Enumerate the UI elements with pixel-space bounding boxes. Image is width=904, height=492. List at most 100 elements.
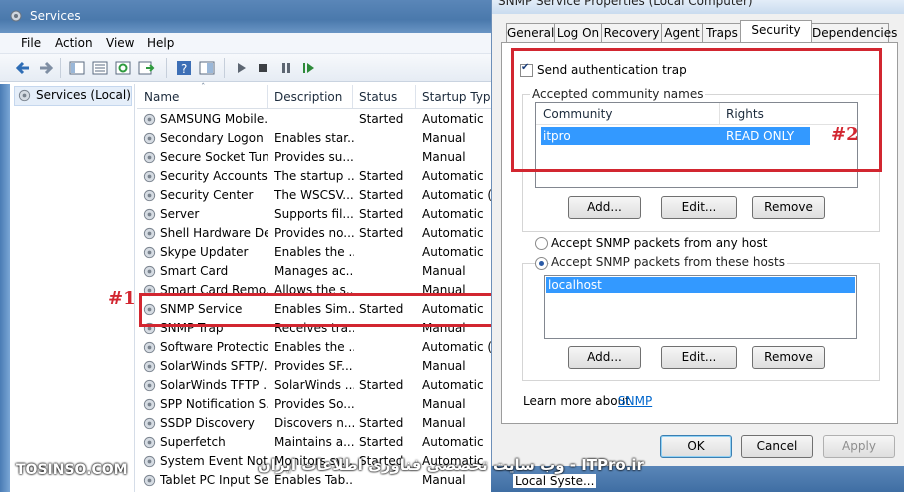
gear-icon xyxy=(143,151,156,164)
service-description: Supports fil... xyxy=(274,207,354,221)
service-description: Enables the ... xyxy=(274,340,354,354)
log-on-as-cell: Local Syste... xyxy=(513,474,597,488)
accept-these-hosts-radio[interactable] xyxy=(535,257,548,270)
tab-traps[interactable]: Traps xyxy=(702,23,742,43)
accept-these-hosts-label: Accept SNMP packets from these hosts xyxy=(549,255,787,269)
service-startup-type: Automatic (D xyxy=(422,340,502,354)
back-arrow-icon[interactable] xyxy=(14,59,32,77)
service-status: Started xyxy=(359,169,404,183)
tab-log-on[interactable]: Log On xyxy=(554,23,602,43)
restart-icon[interactable] xyxy=(299,59,317,77)
accept-any-host-label: Accept SNMP packets from any host xyxy=(551,236,768,250)
remove-community-button[interactable]: Remove xyxy=(752,196,825,219)
menu-view[interactable]: View xyxy=(106,36,134,50)
service-name: SolarWinds SFTP/... xyxy=(160,359,268,373)
gear-icon xyxy=(143,113,156,126)
service-description: Maintains a... xyxy=(274,435,354,449)
forward-arrow-icon[interactable] xyxy=(37,59,55,77)
service-name: Security Center xyxy=(160,188,254,202)
table-row[interactable]: Skype Updater Enables the ... Automatic xyxy=(137,243,500,262)
table-row[interactable]: Superfetch Maintains a... Started Automatic xyxy=(137,433,500,452)
service-name: Secondary Logon xyxy=(160,131,264,145)
show-hide-icon[interactable] xyxy=(198,59,216,77)
export-list-icon[interactable] xyxy=(137,59,155,77)
gear-icon xyxy=(143,246,156,259)
service-name: Skype Updater xyxy=(160,245,249,259)
table-row[interactable]: Secure Socket Tun... Provides su... Manual xyxy=(137,148,500,167)
column-description[interactable]: Description xyxy=(274,90,342,104)
gear-icon xyxy=(143,170,156,183)
add-host-button[interactable]: Add... xyxy=(568,346,641,369)
stop-icon[interactable] xyxy=(254,59,272,77)
service-description: Discovers n... xyxy=(274,416,354,430)
table-row[interactable]: Security Accounts... The startup ... Start… xyxy=(137,167,500,186)
table-row[interactable]: SSDP Discovery Discovers n... Started Manua… xyxy=(137,414,500,433)
cancel-button[interactable]: Cancel xyxy=(741,435,813,458)
pause-icon[interactable] xyxy=(277,59,295,77)
table-row[interactable]: SAMSUNG Mobile... Started Automatic xyxy=(137,110,500,129)
table-row[interactable]: Secondary Logon Enables star... Manual xyxy=(137,129,500,148)
service-name: Tablet PC Input Se... xyxy=(160,473,268,487)
service-name: Superfetch xyxy=(160,435,226,449)
add-community-button[interactable]: Add... xyxy=(568,196,641,219)
hosts-list[interactable]: localhost xyxy=(544,275,857,339)
host-row[interactable]: localhost xyxy=(546,277,855,293)
table-row[interactable]: Software Protection Enables the ... Automa… xyxy=(137,338,502,357)
learn-more-text: Learn more about xyxy=(523,394,630,408)
service-status: Started xyxy=(359,435,404,449)
service-startup-type: Automatic xyxy=(422,226,484,240)
service-description: Provides SF... xyxy=(274,359,353,373)
tab-agent[interactable]: Agent xyxy=(661,23,703,43)
watermark-center: وب سایت تخصصی فناوری اطلاعات ایران - ITP… xyxy=(258,456,644,474)
service-startup-type: Manual xyxy=(422,264,466,278)
column-status[interactable]: Status xyxy=(359,90,397,104)
table-row[interactable]: Security Center The WSCSV... Started Automa… xyxy=(137,186,501,205)
service-startup-type: Manual xyxy=(422,131,466,145)
svg-text:?: ? xyxy=(181,62,187,76)
service-startup-type: Manual xyxy=(422,359,466,373)
table-row[interactable]: Smart Card Manages ac... Manual xyxy=(137,262,500,281)
apply-button[interactable]: Apply xyxy=(823,435,895,458)
dialog-title: SNMP Service Properties (Local Computer) xyxy=(498,0,753,8)
menu-file[interactable]: File xyxy=(21,36,41,50)
gear-icon xyxy=(143,417,156,430)
left-window-edge xyxy=(0,84,10,492)
tab-general[interactable]: General xyxy=(506,23,555,43)
tab-dependencies[interactable]: Dependencies xyxy=(811,23,897,43)
column-startup-type[interactable]: Startup Type xyxy=(422,90,498,104)
accept-any-host-radio[interactable] xyxy=(535,237,548,250)
service-name: Shell Hardware De... xyxy=(160,226,268,240)
properties-view-icon[interactable] xyxy=(91,59,109,77)
service-startup-type: Automatic xyxy=(422,245,484,259)
tab-security[interactable]: Security xyxy=(740,20,812,43)
service-name: SPP Notification S... xyxy=(160,397,268,411)
toolbar: ? xyxy=(0,54,500,82)
service-description: The startup ... xyxy=(274,169,354,183)
tab-recovery[interactable]: Recovery xyxy=(601,23,662,43)
highlight-box-1 xyxy=(139,293,497,327)
table-row[interactable]: SolarWinds TFTP ... SolarWinds ... Started… xyxy=(137,376,500,395)
column-name[interactable]: Name xyxy=(144,90,179,104)
services-gear-icon xyxy=(10,10,22,22)
help-icon[interactable]: ? xyxy=(175,59,193,77)
refresh-icon[interactable] xyxy=(114,59,132,77)
edit-community-button[interactable]: Edit... xyxy=(661,196,737,219)
play-icon[interactable] xyxy=(232,59,250,77)
menu-action[interactable]: Action xyxy=(55,36,93,50)
table-row[interactable]: Shell Hardware De... Provides no... Starte… xyxy=(137,224,500,243)
edit-host-button[interactable]: Edit... xyxy=(661,346,737,369)
ok-button[interactable]: OK xyxy=(660,435,732,458)
console-tree-icon[interactable] xyxy=(68,59,86,77)
table-row[interactable]: Server Supports fil... Started Automatic xyxy=(137,205,500,224)
highlight-box-2 xyxy=(511,48,882,172)
table-row[interactable]: SPP Notification S... Provides So... Manua… xyxy=(137,395,500,414)
menu-help[interactable]: Help xyxy=(147,36,174,50)
gear-icon xyxy=(143,265,156,278)
service-description: Manages ac... xyxy=(274,264,354,278)
remove-host-button[interactable]: Remove xyxy=(752,346,825,369)
service-status: Started xyxy=(359,188,404,202)
service-startup-type: Automatic xyxy=(422,169,484,183)
table-row[interactable]: SolarWinds SFTP/... Provides SF... Manual xyxy=(137,357,500,376)
service-startup-type: Manual xyxy=(422,150,466,164)
snmp-help-link[interactable]: SNMP xyxy=(618,394,652,408)
